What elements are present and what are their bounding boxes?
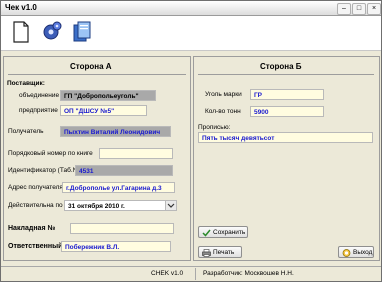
recipient-label: Получатель (8, 128, 44, 135)
valid-until-value: 31 октября 2010 г. (68, 203, 125, 210)
check-icon (202, 229, 211, 237)
print-button[interactable]: Печать (198, 246, 242, 258)
side-a-panel: Сторона А Поставщик: объединение ГП "Доб… (3, 56, 191, 261)
enterprise-label: предприятие (19, 107, 58, 114)
responsible-label: Ответственный (8, 243, 63, 250)
order-number-field[interactable] (99, 148, 173, 159)
in-words-label: Прописью: (198, 124, 231, 131)
chevron-down-icon[interactable] (165, 201, 176, 210)
exit-button-label: Выход (353, 249, 373, 256)
divider (198, 74, 374, 75)
invoice-field[interactable] (70, 223, 174, 234)
side-b-panel: Сторона Б Уголь марки ГР Кол-во тонн 590… (193, 56, 380, 261)
exit-button[interactable]: Выход (338, 246, 374, 258)
in-words-field[interactable]: Пять тысяч девятьсот (198, 132, 373, 143)
status-divider (195, 268, 196, 280)
status-developer: Разработчик: Москвошев Н.Н. (203, 270, 294, 277)
pages-icon[interactable] (71, 20, 93, 44)
status-bar: CHEK v1.0 Разработчик: Москвошев Н.Н. (1, 266, 381, 281)
tons-field[interactable]: 5900 (250, 106, 324, 117)
enterprise-field[interactable]: ОП "ДШСУ №5" (60, 105, 147, 116)
side-a-title: Сторона А (70, 62, 112, 71)
minimize-button[interactable]: – (337, 3, 351, 15)
association-field[interactable]: ГП "Добропольеуголь" (60, 90, 156, 101)
tons-label: Кол-во тонн (205, 108, 241, 115)
address-label: Адрес получателя (8, 184, 63, 191)
identifier-field[interactable]: 4531 (75, 165, 173, 176)
order-number-label: Порядковый номер по книге (8, 150, 93, 157)
invoice-label: Накладная № (8, 225, 56, 232)
valid-until-date-picker[interactable]: 31 октября 2010 г. (64, 200, 177, 211)
supplier-label: Поставщик: (7, 80, 45, 87)
print-button-label: Печать (213, 249, 235, 256)
save-button-label: Сохранить (213, 229, 246, 236)
coal-grade-field[interactable]: ГР (250, 89, 324, 100)
divider (8, 74, 186, 75)
close-button[interactable]: × (367, 3, 381, 15)
new-document-icon[interactable] (10, 20, 32, 44)
side-b-title: Сторона Б (260, 62, 302, 71)
recipient-field[interactable]: Пыхтин Виталий Леонидович (60, 126, 171, 137)
toolbar (1, 16, 381, 51)
valid-until-label: Действительна по (8, 202, 63, 209)
printer-icon (202, 249, 211, 257)
window-title: Чек v1.0 (5, 3, 37, 12)
responsible-field[interactable]: Побережник В.Л. (61, 241, 171, 252)
coal-grade-label: Уголь марки (205, 91, 242, 98)
association-label: объединение (19, 92, 60, 99)
title-bar: Чек v1.0 – □ × (1, 1, 381, 16)
app-window: Чек v1.0 – □ × Сторона А Поставщик: объе… (0, 0, 382, 282)
settings-gears-icon[interactable] (41, 20, 63, 44)
address-field[interactable]: г.Доброполье ул.Гагарина д.3 (62, 182, 175, 193)
status-app-name: CHEK v1.0 (151, 270, 184, 277)
maximize-button[interactable]: □ (352, 3, 366, 15)
save-button[interactable]: Сохранить (198, 226, 248, 238)
exit-icon (342, 249, 351, 257)
identifier-label: Идентификатор (Таб.N°) (8, 167, 83, 174)
